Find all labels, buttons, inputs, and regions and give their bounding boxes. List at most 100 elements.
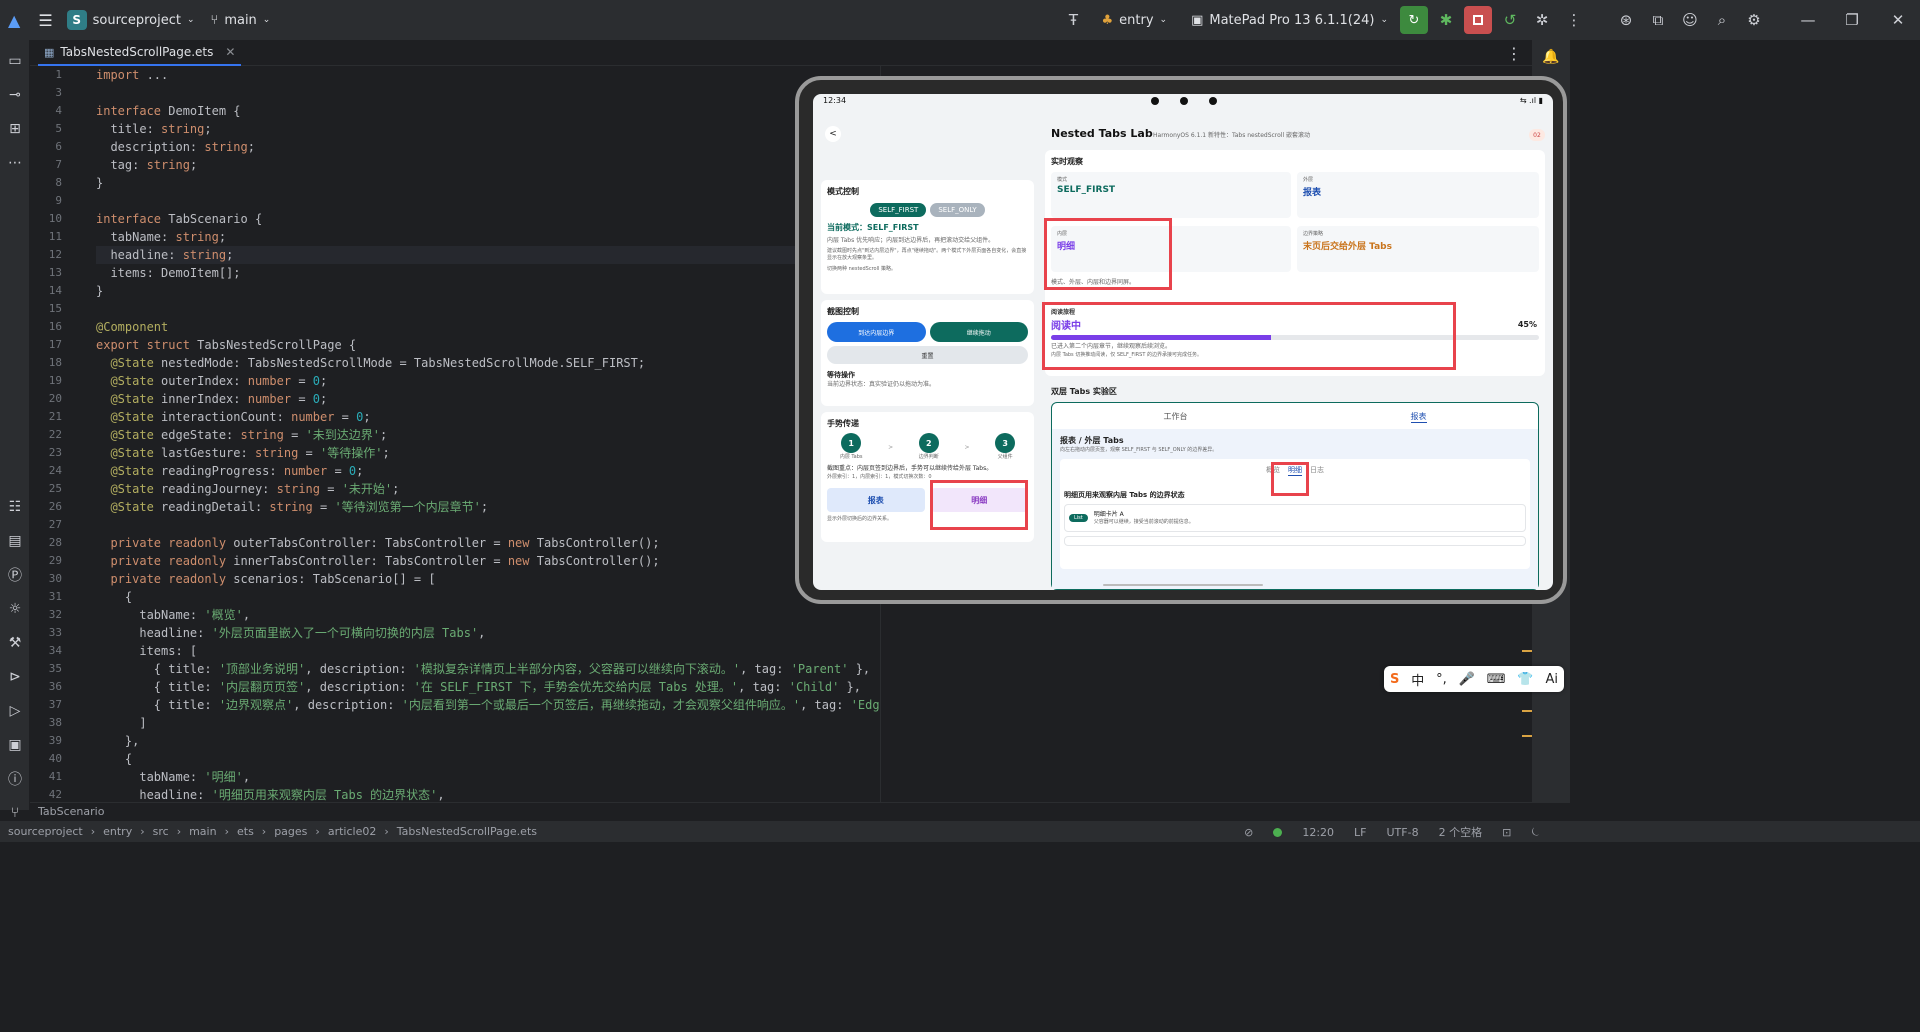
path-segment[interactable]: pages (274, 825, 307, 838)
report-button[interactable]: 报表 (827, 488, 925, 512)
settings-gear-icon[interactable]: ⚙ (1740, 6, 1768, 34)
stop-button[interactable] (1464, 6, 1492, 34)
terminal-icon[interactable]: ▣ (0, 728, 30, 762)
code-line[interactable]: @State outerIndex: number = 0; (96, 372, 880, 390)
project-folder-icon[interactable]: ▭ (0, 44, 30, 78)
code-line[interactable]: } (96, 174, 880, 192)
more-actions-icon[interactable]: ⋮ (1560, 6, 1588, 34)
code-line[interactable]: { title: '边界观察点', description: '内层看到第一个或… (96, 696, 880, 714)
back-button[interactable]: < (825, 126, 841, 142)
code-line[interactable]: { (96, 750, 880, 768)
code-line[interactable]: ] (96, 714, 880, 732)
code-line[interactable]: interface DemoItem { (96, 102, 880, 120)
code-line[interactable]: @State edgeState: string = '未到达边界'; (96, 426, 880, 444)
path-segment[interactable]: article02 (328, 825, 377, 838)
attach-debugger-icon[interactable]: ✲ (1528, 6, 1556, 34)
close-tab-icon[interactable]: ✕ (225, 45, 235, 59)
self-only-button[interactable]: SELF_ONLY (930, 203, 985, 217)
code-line[interactable]: title: string; (96, 120, 880, 138)
profiler-icon[interactable]: Ⓟ (0, 558, 30, 592)
tab-tabsnestedscrollpage[interactable]: ▦ TabsNestedScrollPage.ets ✕ (38, 40, 242, 66)
path-segment[interactable]: entry (103, 825, 132, 838)
app-logo[interactable]: ▲ (8, 11, 20, 30)
preview-icon[interactable]: ▤ (0, 524, 30, 558)
continue-drag-button[interactable]: 继续拖动 (929, 322, 1028, 342)
file-encoding[interactable]: UTF-8 (1387, 826, 1419, 839)
code-line[interactable]: @State innerIndex: number = 0; (96, 390, 880, 408)
apply-changes-icon[interactable]: ↺ (1496, 6, 1524, 34)
code-line[interactable]: tabName: string; (96, 228, 880, 246)
commit-icon[interactable]: ⊸ (0, 78, 30, 112)
ime-punctuation-icon[interactable]: °, (1436, 672, 1447, 687)
path-segment[interactable]: src (153, 825, 169, 838)
code-line[interactable]: headline: string; (96, 246, 880, 264)
hilog-icon[interactable]: ☼ (0, 592, 30, 626)
code-line[interactable]: private readonly outerTabsController: Ta… (96, 534, 880, 552)
code-line[interactable]: } (96, 282, 880, 300)
restore-icon[interactable]: ❐ (1832, 6, 1872, 34)
reach-edge-button[interactable]: 到达内层边界 (827, 322, 926, 342)
device-selector[interactable]: ▣ MatePad Pro 13 6.1.1(24) ⌄ (1191, 13, 1388, 28)
code-line[interactable]: private readonly scenarios: TabScenario[… (96, 570, 880, 588)
reset-button[interactable]: 重置 (827, 346, 1028, 364)
notifications-icon[interactable]: 🔔 (1532, 40, 1570, 74)
line-separator[interactable]: LF (1354, 826, 1366, 839)
code-line[interactable]: description: string; (96, 138, 880, 156)
code-line[interactable]: @State readingProgress: number = 0; (96, 462, 880, 480)
detail-card-b[interactable] (1064, 536, 1526, 546)
code-line[interactable]: tabName: '概览', (96, 606, 880, 624)
indent-setting[interactable]: 2 个空格 (1439, 824, 1483, 840)
code-line[interactable] (96, 300, 880, 318)
path-segment[interactable]: sourceproject (8, 825, 83, 838)
structure-icon[interactable]: ⊞ (0, 112, 30, 146)
code-line[interactable]: @Component (96, 318, 880, 336)
run-icon[interactable]: ▷ (0, 694, 30, 728)
code-line[interactable]: items: DemoItem[]; (96, 264, 880, 282)
outer-tab-workbench[interactable]: 工作台 (1164, 411, 1188, 423)
main-menu-icon[interactable]: ☰ (38, 11, 52, 30)
build-icon[interactable]: ⚒ (0, 626, 30, 660)
code-line[interactable]: }, (96, 732, 880, 750)
cursor-position[interactable]: 12:20 (1302, 826, 1334, 839)
code-line[interactable]: tabName: '明细', (96, 768, 880, 786)
path-segment[interactable]: ets (237, 825, 254, 838)
font-tool-icon[interactable]: Ŧ (1060, 6, 1088, 34)
code-line[interactable] (96, 516, 880, 534)
code-line[interactable]: { title: '顶部业务说明', description: '模拟复杂详情页… (96, 660, 880, 678)
ime-ai-icon[interactable]: Ai (1545, 672, 1558, 687)
code-line[interactable]: headline: '明细页用来观察内层 Tabs 的边界状态', (96, 786, 880, 802)
problems-icon[interactable]: ⓘ (0, 762, 30, 796)
code-area[interactable]: import ... interface DemoItem { title: st… (96, 66, 880, 802)
device-manager-icon[interactable]: ⧉ (1644, 6, 1672, 34)
code-line[interactable]: items: [ (96, 642, 880, 660)
code-line[interactable]: import ... (96, 66, 880, 84)
path-segment[interactable]: main (189, 825, 216, 838)
services-icon[interactable]: ⊳ (0, 660, 30, 694)
account-icon[interactable]: ☺ (1676, 6, 1704, 34)
rerun-button[interactable]: ↻ (1400, 6, 1428, 34)
ime-voice-icon[interactable]: 🎤 (1459, 672, 1475, 687)
code-line[interactable] (96, 84, 880, 102)
search-icon[interactable]: ⌕ (1708, 6, 1736, 34)
branch-selector[interactable]: ⑂ main ⌄ (211, 13, 271, 28)
code-line[interactable]: private readonly innerTabsController: Ta… (96, 552, 880, 570)
inner-tab-log[interactable]: 日志 (1310, 465, 1324, 476)
code-editor[interactable]: 1 3 4 5 6 7 8 9 10 11 12 13 14 15 16 17 18 19 20 21 22 23 24 25… (30, 66, 880, 802)
self-first-button[interactable]: SELF_FIRST (870, 203, 927, 217)
code-line[interactable]: interface TabScenario { (96, 210, 880, 228)
code-line[interactable]: @State readingDetail: string = '等待浏览第一个内… (96, 498, 880, 516)
code-line[interactable]: @State lastGesture: string = '等待操作'; (96, 444, 880, 462)
code-line[interactable] (96, 192, 880, 210)
lock-icon[interactable]: ⊡ (1502, 826, 1511, 839)
memory-icon[interactable]: ⏾ (1531, 825, 1540, 839)
tab-options-icon[interactable]: ⋮ (1506, 44, 1522, 63)
read-only-icon[interactable]: ⊘ (1244, 826, 1253, 839)
minimize-icon[interactable]: — (1788, 6, 1828, 34)
ime-keyboard-icon[interactable]: ⌨ (1487, 672, 1506, 687)
code-line[interactable]: @State readingJourney: string = '未开始'; (96, 480, 880, 498)
todo-icon[interactable]: ☷ (0, 490, 30, 524)
more-tools-icon[interactable]: ⋯ (0, 146, 30, 180)
code-line[interactable]: export struct TabsNestedScrollPage { (96, 336, 880, 354)
code-line[interactable]: tag: string; (96, 156, 880, 174)
code-line[interactable]: headline: '外层页面里嵌入了一个可横向切换的内层 Tabs', (96, 624, 880, 642)
